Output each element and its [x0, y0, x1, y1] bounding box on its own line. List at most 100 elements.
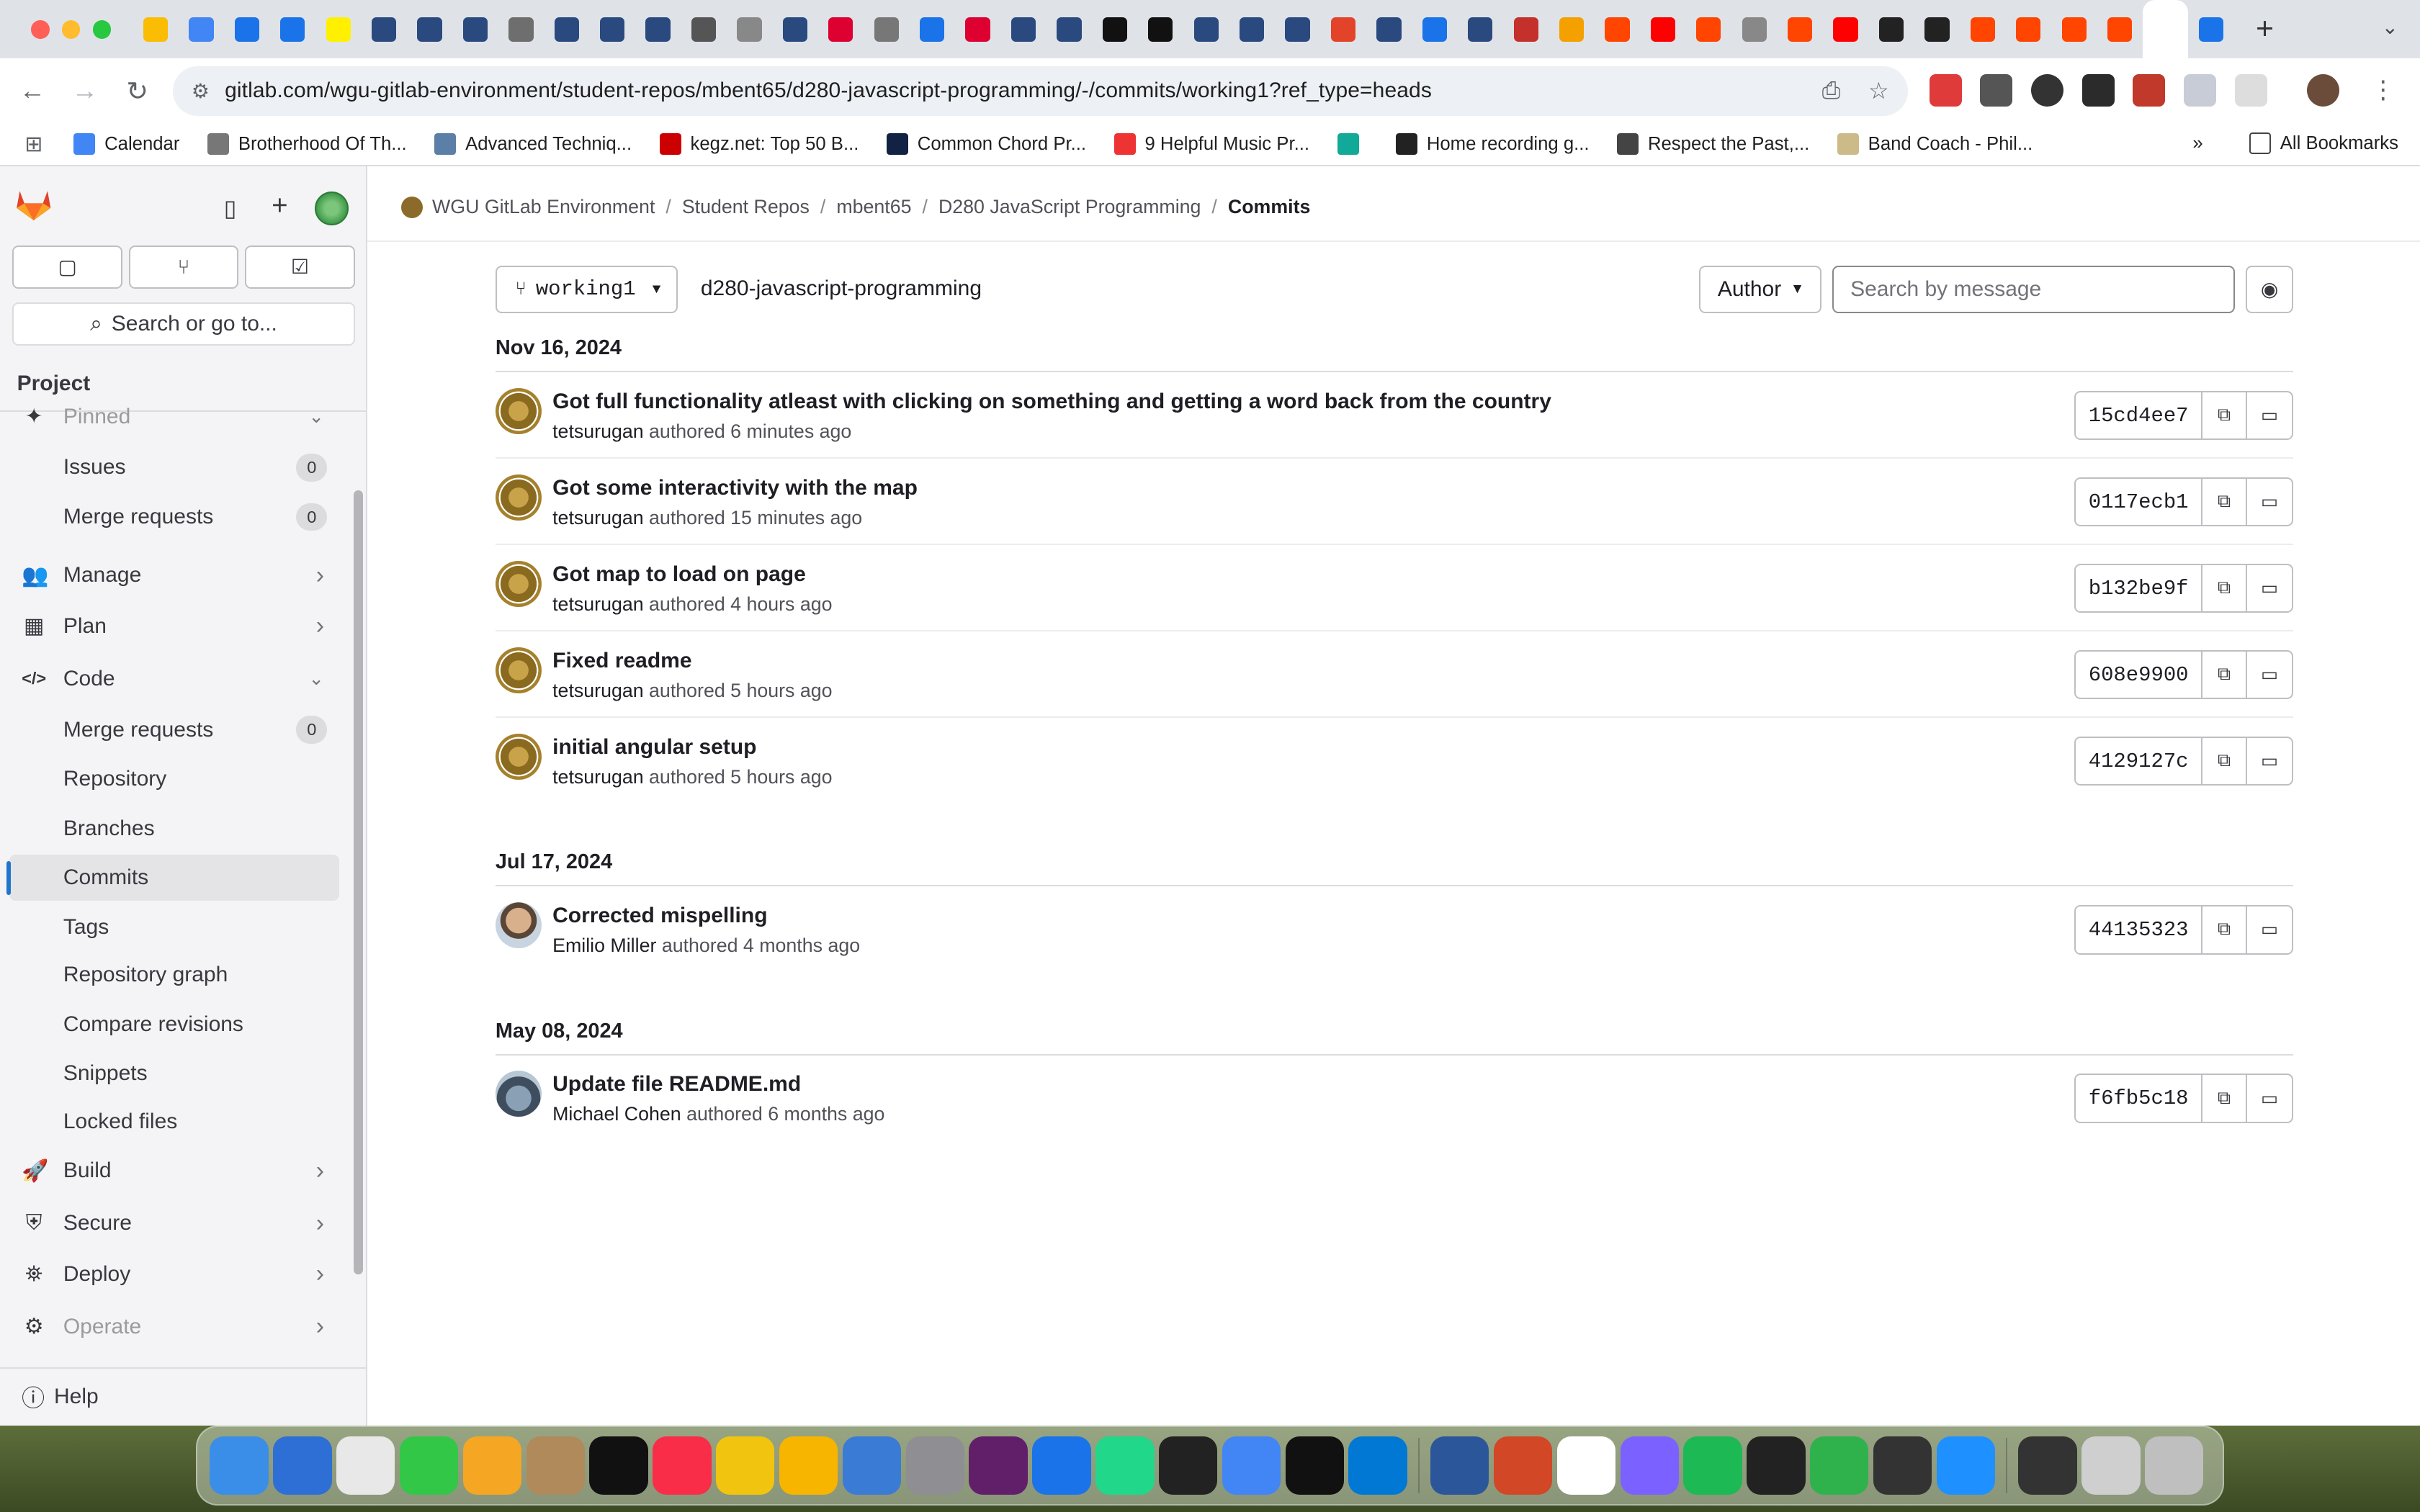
- browser-tab[interactable]: [498, 0, 544, 58]
- create-new-icon[interactable]: +: [272, 190, 288, 222]
- browser-tab[interactable]: [2142, 0, 2189, 59]
- folder-icon[interactable]: ▭: [2247, 479, 2292, 526]
- browser-tab[interactable]: [2051, 0, 2097, 58]
- sidebar-item-tags[interactable]: Tags: [0, 904, 349, 950]
- browser-tab[interactable]: [1640, 0, 1685, 58]
- sidebar-item-issues[interactable]: Issues 0: [0, 444, 349, 490]
- breadcrumb-item[interactable]: Student Repos: [682, 196, 810, 218]
- dock-app-icon[interactable]: [2018, 1436, 2077, 1495]
- commit-author-link[interactable]: tetsurugan: [552, 420, 643, 442]
- download-extension-icon[interactable]: [1980, 73, 2013, 107]
- commit-title-link[interactable]: initial angular setup: [552, 735, 756, 760]
- sidebar-item-code[interactable]: </> Code ⌄: [0, 656, 349, 702]
- search-by-message-input[interactable]: [1832, 265, 2235, 313]
- browser-tab[interactable]: [270, 0, 315, 58]
- browser-tab[interactable]: [2188, 0, 2233, 58]
- dock-app-icon[interactable]: [1348, 1436, 1407, 1495]
- dock-app-icon[interactable]: [1936, 1436, 1996, 1495]
- commit-author-link[interactable]: tetsurugan: [552, 766, 643, 788]
- sidebar-item-build[interactable]: 🚀 Build ›: [0, 1148, 349, 1194]
- breadcrumb-item[interactable]: D280 JavaScript Programming: [938, 196, 1201, 218]
- commit-author-link[interactable]: tetsurugan: [552, 680, 643, 701]
- breadcrumb-item[interactable]: mbent65: [836, 196, 911, 218]
- browser-tab[interactable]: [1229, 0, 1274, 58]
- bookmark-item[interactable]: Calendar: [73, 133, 179, 156]
- folder-icon[interactable]: ▭: [2247, 1075, 2292, 1122]
- commit-author-link[interactable]: Emilio Miller: [552, 935, 656, 956]
- sidebar-item-locked-files[interactable]: Locked files: [0, 1099, 349, 1145]
- bookmark-item[interactable]: 9 Helpful Music Pr...: [1113, 133, 1309, 156]
- browser-tab[interactable]: [544, 0, 589, 58]
- bookmark-item[interactable]: [1337, 133, 1368, 156]
- browser-tab[interactable]: [1503, 0, 1549, 58]
- browser-tab[interactable]: [2097, 0, 2142, 58]
- browser-tab[interactable]: [1731, 0, 1777, 58]
- zoom-window-button[interactable]: [92, 19, 112, 39]
- sidebar-item-secure[interactable]: ⛨ Secure ›: [0, 1200, 349, 1246]
- sidebar-item-merge-requests[interactable]: Merge requests 0: [0, 494, 349, 540]
- browser-tab[interactable]: [1047, 0, 1092, 58]
- bookmark-star-icon[interactable]: ☆: [1868, 77, 1889, 104]
- dock-app-icon[interactable]: [1810, 1436, 1869, 1495]
- commit-title-link[interactable]: Corrected mispelling: [552, 904, 767, 928]
- all-bookmarks-button[interactable]: All Bookmarks: [2249, 132, 2398, 155]
- reload-icon[interactable]: ↻: [111, 76, 163, 107]
- browser-tab[interactable]: [772, 0, 817, 58]
- rss-feed-icon[interactable]: ◉: [2245, 265, 2294, 313]
- issues-shortcut-icon[interactable]: ▢: [12, 245, 122, 289]
- author-avatar[interactable]: [495, 647, 542, 693]
- copy-icon[interactable]: ⧉: [2202, 478, 2248, 526]
- author-avatar[interactable]: [495, 733, 542, 780]
- dock-app-icon[interactable]: [210, 1436, 269, 1495]
- dock-app-icon[interactable]: [716, 1436, 775, 1495]
- commit-author-link[interactable]: tetsurugan: [552, 507, 643, 528]
- commit-title-link[interactable]: Got some interactivity with the map: [552, 476, 918, 500]
- apps-grid-icon[interactable]: ⊞: [24, 132, 42, 157]
- folder-icon[interactable]: ▭: [2247, 906, 2292, 953]
- commit-sha-link[interactable]: f6fb5c18: [2076, 1075, 2202, 1122]
- merge-requests-shortcut-icon[interactable]: ⑂: [128, 245, 239, 289]
- browser-tab[interactable]: [179, 0, 224, 58]
- sidebar-item-merge-requests[interactable]: Merge requests 0: [0, 706, 349, 752]
- dock-app-icon[interactable]: [526, 1436, 585, 1495]
- extension-icon[interactable]: [2081, 73, 2115, 107]
- browser-tab[interactable]: [590, 0, 635, 58]
- sidebar-item-manage[interactable]: 👥 Manage ›: [0, 552, 349, 598]
- dock-app-icon[interactable]: [336, 1436, 395, 1495]
- sidebar-item-snippets[interactable]: Snippets: [0, 1050, 349, 1097]
- help-button[interactable]: ⓘ Help: [0, 1367, 367, 1426]
- folder-icon[interactable]: ▭: [2247, 392, 2292, 439]
- browser-tab[interactable]: [452, 0, 498, 58]
- browser-tab[interactable]: [2006, 0, 2051, 58]
- browser-tab[interactable]: [133, 0, 178, 58]
- browser-tab[interactable]: [361, 0, 406, 58]
- dock-app-icon[interactable]: [779, 1436, 838, 1495]
- browser-tab[interactable]: [1092, 0, 1137, 58]
- sidebar-scrollbar[interactable]: [353, 490, 363, 1274]
- browser-tab[interactable]: [1823, 0, 1868, 58]
- author-avatar[interactable]: [495, 474, 542, 521]
- search-or-go-to-button[interactable]: ⌕ Search or go to...: [12, 302, 355, 346]
- breadcrumb-item[interactable]: Commits: [1228, 196, 1311, 218]
- dock-app-icon[interactable]: [1285, 1436, 1345, 1495]
- commit-title-link[interactable]: Fixed readme: [552, 649, 691, 673]
- dock-app-icon[interactable]: [2144, 1436, 2204, 1495]
- browser-tab[interactable]: [1275, 0, 1320, 58]
- browser-tab[interactable]: [1458, 0, 1503, 58]
- user-avatar[interactable]: [315, 191, 349, 225]
- copy-icon[interactable]: ⧉: [2202, 1075, 2248, 1122]
- address-bar[interactable]: ⚙ gitlab.com/wgu-gitlab-environment/stud…: [173, 66, 1908, 116]
- dock-app-icon[interactable]: [462, 1436, 522, 1495]
- dock-app-icon[interactable]: [1158, 1436, 1218, 1495]
- dock-app-icon[interactable]: [969, 1436, 1028, 1495]
- copy-icon[interactable]: ⧉: [2202, 564, 2248, 612]
- close-window-button[interactable]: [30, 19, 50, 39]
- dock-app-icon[interactable]: [1222, 1436, 1281, 1495]
- bookmark-item[interactable]: Common Chord Pr...: [886, 133, 1086, 156]
- dock-app-icon[interactable]: [1095, 1436, 1155, 1495]
- commit-title-link[interactable]: Update file README.md: [552, 1072, 801, 1097]
- sidebar-item-repository-graph[interactable]: Repository graph: [0, 952, 349, 998]
- dock-app-icon[interactable]: [399, 1436, 459, 1495]
- minimize-window-button[interactable]: [61, 19, 81, 39]
- browser-tab[interactable]: [1914, 0, 1960, 58]
